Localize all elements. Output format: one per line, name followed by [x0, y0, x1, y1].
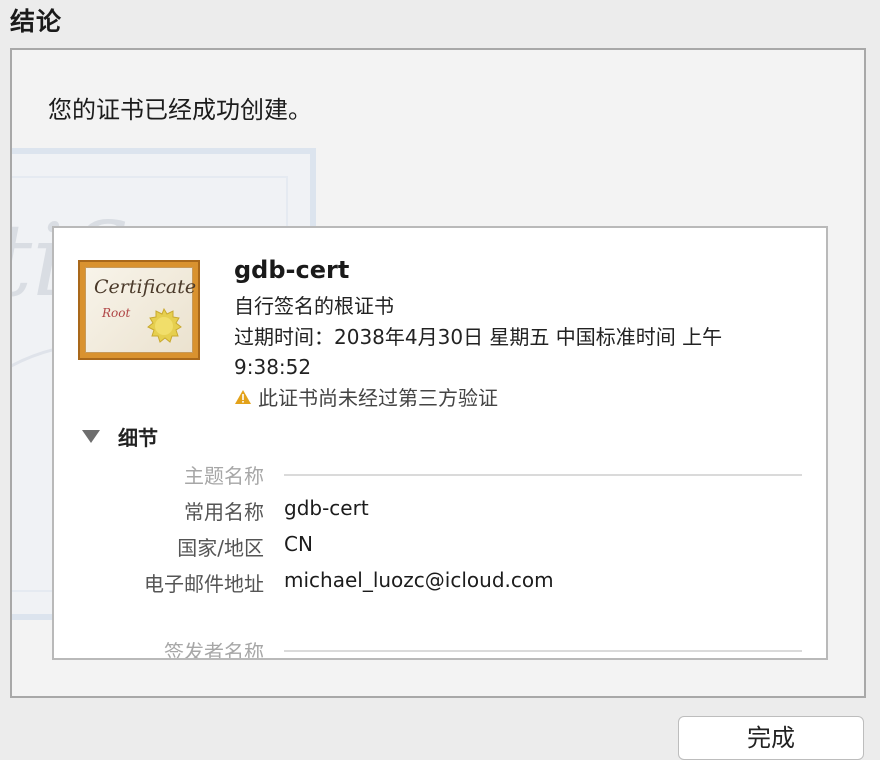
certificate-icon: Certificate Root: [78, 260, 200, 360]
certificate-icon-word: Certificate: [94, 276, 197, 298]
detail-row-email: 电子邮件地址 michael_luozc@icloud.com: [54, 568, 826, 598]
certificate-icon-sub: Root: [102, 306, 131, 320]
warning-text: 此证书尚未经过第三方验证: [258, 386, 498, 410]
issuer-name-label: 签发者名称: [164, 640, 264, 660]
certificate-expiry: 过期时间：2038年4月30日 星期五 中国标准时间 上午 9:38:52: [234, 325, 723, 379]
country-value: CN: [284, 532, 313, 556]
seal-icon: [147, 308, 182, 343]
success-message: 您的证书已经成功创建。: [48, 96, 312, 124]
certificate-warning: 此证书尚未经过第三方验证: [234, 382, 498, 411]
subject-name-label: 主题名称: [184, 464, 264, 488]
detail-row-common-name: 常用名称 gdb-cert: [54, 496, 826, 526]
done-button[interactable]: 完成: [678, 716, 864, 760]
certificate-summary: Certificate Root gdb-cert 自行签名的根证书 过期时间：…: [52, 226, 828, 660]
details-toggle[interactable]: 细节: [82, 422, 158, 451]
triangle-down-icon[interactable]: [82, 430, 100, 443]
common-name-value: gdb-cert: [284, 496, 369, 520]
detail-row-country: 国家/地区 CN: [54, 532, 826, 562]
email-label: 电子邮件地址: [144, 572, 264, 596]
subject-name-header: 主题名称: [54, 460, 826, 490]
common-name-label: 常用名称: [184, 500, 264, 524]
issuer-name-header: 签发者名称: [54, 636, 826, 660]
warning-triangle-icon: [235, 389, 251, 404]
divider: [284, 650, 802, 652]
divider: [284, 474, 802, 476]
details-toggle-label: 细节: [118, 426, 158, 450]
conclusion-panel: tifi 您的证书已经成功创建。 Certificate Root gdb-ce…: [10, 48, 866, 698]
certificate-kind: 自行签名的根证书: [234, 294, 394, 318]
certificate-name: gdb-cert: [234, 256, 350, 284]
email-value: michael_luozc@icloud.com: [284, 568, 554, 592]
page-title: 结论: [10, 7, 63, 36]
country-label: 国家/地区: [177, 536, 264, 560]
